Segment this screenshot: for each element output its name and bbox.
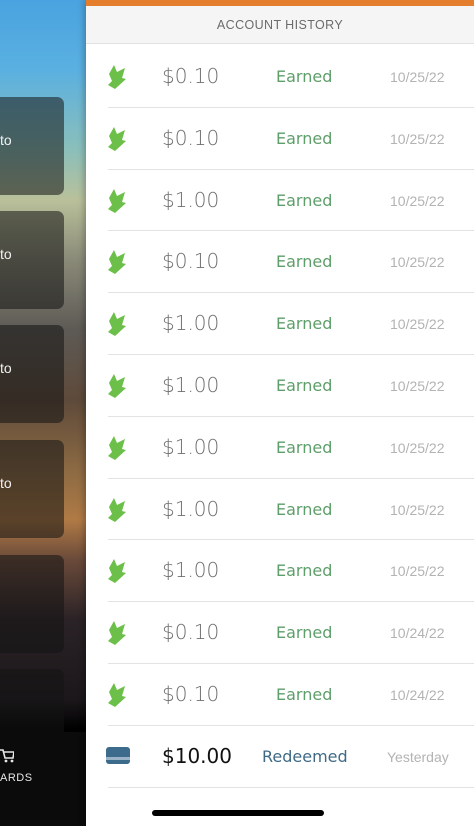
drawer-header: ACCOUNT HISTORY <box>86 6 474 44</box>
transaction-type: Earned <box>276 252 333 272</box>
history-row[interactable]: $0.10 Earned 10/24/22 <box>108 602 474 664</box>
history-list[interactable]: $0.10 Earned 10/25/22 $0.10 Earned 10/25… <box>106 46 474 788</box>
transaction-type: Earned <box>276 190 333 210</box>
transaction-date: 10/25/22 <box>390 439 445 456</box>
transaction-type: Earned <box>276 375 333 395</box>
amount: $1.00 <box>162 372 220 397</box>
page-title: ACCOUNT HISTORY <box>216 17 344 32</box>
background-card-label: to <box>0 475 12 491</box>
history-row[interactable]: $10.00 Redeemed Yesterday <box>106 726 474 788</box>
leaf-icon <box>108 65 126 89</box>
amount: $0.10 <box>162 125 220 150</box>
background-card-label: to <box>0 360 12 376</box>
transaction-date: 10/25/22 <box>390 316 445 333</box>
background-app: to to to to ARDS <box>0 0 86 826</box>
background-card-label: to <box>0 132 12 148</box>
leaf-icon <box>108 126 126 151</box>
history-row[interactable]: $1.00 Earned 10/25/22 <box>108 479 474 541</box>
amount: $1.00 <box>162 187 220 212</box>
leaf-icon <box>108 188 126 213</box>
background-card[interactable]: to <box>0 211 64 309</box>
cart-icon <box>0 749 14 763</box>
background-card[interactable] <box>0 555 64 653</box>
amount: $1.00 <box>162 311 220 336</box>
transaction-date: 10/24/22 <box>390 686 445 703</box>
amount: $0.10 <box>162 64 220 88</box>
history-row[interactable]: $1.00 Earned 10/25/22 <box>108 355 474 417</box>
history-row[interactable]: $0.10 Earned 10/25/22 <box>108 46 474 108</box>
transaction-type: Earned <box>276 314 333 334</box>
background-card-label: to <box>0 246 12 262</box>
transaction-date: 10/25/22 <box>390 563 445 580</box>
amount: $1.00 <box>162 558 220 583</box>
transaction-date: 10/25/22 <box>390 254 445 271</box>
history-row[interactable]: $0.10 Earned 10/24/22 <box>108 664 474 726</box>
transaction-date: 10/24/22 <box>390 625 445 642</box>
card-icon <box>106 746 130 764</box>
transaction-date: Yesterday <box>387 748 449 765</box>
transaction-date: 10/25/22 <box>390 377 445 394</box>
amount: $10.00 <box>162 743 232 768</box>
leaf-icon <box>108 250 126 275</box>
home-indicator <box>152 810 324 816</box>
history-row[interactable]: $0.10 Earned 10/25/22 <box>108 231 474 294</box>
amount: $0.10 <box>162 620 220 645</box>
amount: $0.10 <box>162 249 220 274</box>
transaction-date: 10/25/22 <box>390 192 445 209</box>
transaction-type: Earned <box>276 684 333 704</box>
background-card[interactable]: to <box>0 440 64 538</box>
background-tab-bar: ARDS <box>0 732 86 826</box>
transaction-date: 10/25/22 <box>390 130 445 147</box>
transaction-type: Earned <box>276 128 333 148</box>
history-row[interactable]: $1.00 Earned 10/25/22 <box>108 170 474 232</box>
background-card[interactable]: to <box>0 97 64 195</box>
amount: $1.00 <box>162 434 220 459</box>
leaf-icon <box>108 559 126 584</box>
transaction-type: Earned <box>276 499 333 519</box>
history-row[interactable]: $1.00 Earned 10/25/22 <box>108 417 474 479</box>
transaction-type: Earned <box>276 67 333 86</box>
transaction-type: Earned <box>276 561 333 581</box>
leaf-icon <box>108 621 126 646</box>
transaction-type: Earned <box>276 437 333 457</box>
leaf-icon <box>108 682 126 707</box>
leaf-icon <box>108 312 126 337</box>
history-row[interactable]: $1.00 Earned 10/25/22 <box>108 540 474 603</box>
background-card[interactable]: to <box>0 325 64 423</box>
amount: $0.10 <box>162 681 220 706</box>
leaf-icon <box>108 497 126 522</box>
account-history-drawer: ACCOUNT HISTORY $0.10 Earned 10/25/22 $0… <box>86 0 474 826</box>
leaf-icon <box>108 435 126 460</box>
transaction-date: 10/25/22 <box>390 501 445 518</box>
transaction-type: Redeemed <box>262 746 348 766</box>
history-row[interactable]: $1.00 Earned 10/25/22 <box>108 293 474 355</box>
rewards-tab-label: ARDS <box>0 772 33 784</box>
history-row[interactable]: $0.10 Earned 10/25/22 <box>108 108 474 170</box>
amount: $1.00 <box>162 496 220 521</box>
transaction-type: Earned <box>276 623 333 643</box>
leaf-icon <box>108 373 126 398</box>
transaction-date: 10/25/22 <box>390 69 445 85</box>
